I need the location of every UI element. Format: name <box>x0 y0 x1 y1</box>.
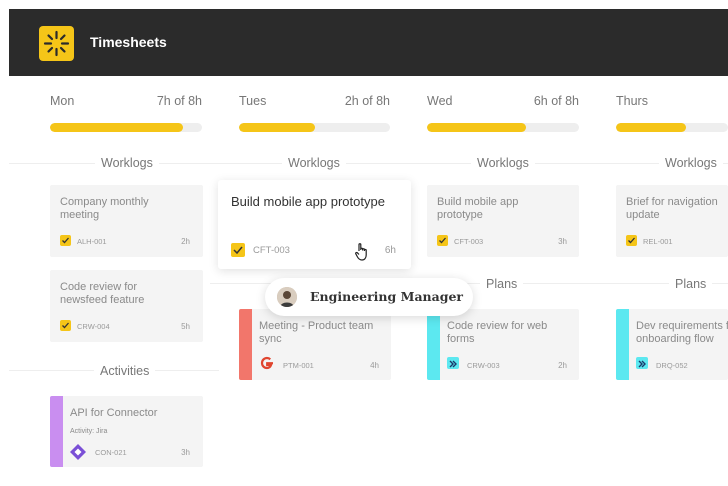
avatar <box>277 287 297 307</box>
section-label-plans: Plans <box>480 277 524 291</box>
hand-cursor-icon <box>354 242 372 267</box>
progress-bar-thurs <box>616 123 728 132</box>
section-label-worklogs: Worklogs <box>282 156 346 170</box>
checkbox-icon[interactable] <box>231 243 245 257</box>
worklog-title: Brief for navigation update <box>626 196 718 221</box>
activity-title: API for Connector <box>70 407 158 419</box>
day-hours-tues: 2h of 8h <box>344 94 390 108</box>
section-label-activities: Activities <box>94 364 156 378</box>
plan-hours: 4h <box>370 361 379 370</box>
worklog-code: REL-001 <box>643 237 673 246</box>
plan-code: PTM-001 <box>283 361 314 370</box>
day-name-tues: Tues <box>239 94 267 108</box>
double-chevron-icon <box>636 357 648 369</box>
day-hours-mon: 7h of 8h <box>156 94 202 108</box>
progress-bar-tues <box>239 123 390 132</box>
worklog-code: CFT-003 <box>454 237 484 246</box>
section-label-worklogs: Worklogs <box>659 156 723 170</box>
progress-fill-thurs <box>616 123 686 132</box>
plan-card[interactable]: Meeting - Product team sync PTM-001 4h <box>239 309 391 380</box>
plan-card[interactable]: Dev requirements for onboarding flow DRQ… <box>616 309 728 380</box>
plan-code: DRQ-052 <box>656 361 688 370</box>
worklog-hours: 5h <box>181 322 190 331</box>
worklog-title: Build mobile app prototype <box>231 194 385 209</box>
role-label: Engineering Manager <box>310 289 464 304</box>
worklog-hours: 6h <box>384 245 396 256</box>
app-title: Timesheets <box>90 34 167 50</box>
plan-card[interactable]: Code review for web forms CRW-003 2h <box>427 309 579 380</box>
progress-fill-wed <box>427 123 526 132</box>
plan-color-stripe <box>239 309 252 380</box>
day-name-mon: Mon <box>50 94 75 108</box>
activity-code: CON-021 <box>95 448 127 457</box>
plan-code: CRW-003 <box>467 361 500 370</box>
double-chevron-icon <box>447 357 459 369</box>
plan-title: Meeting - Product team sync <box>259 320 374 345</box>
progress-fill-tues <box>239 123 315 132</box>
checkbox-icon[interactable] <box>626 235 637 246</box>
worklog-title: Company monthly meeting <box>60 196 149 221</box>
worklog-title: Build mobile app prototype <box>437 196 519 221</box>
plan-hours: 2h <box>558 361 567 370</box>
worklog-card[interactable]: Build mobile app prototype CFT-003 3h <box>427 185 579 257</box>
checkbox-icon[interactable] <box>60 320 71 331</box>
worklog-card-dragging[interactable]: Build mobile app prototype CFT-003 6h <box>218 180 411 269</box>
worklog-card[interactable]: Brief for navigation update REL-001 <box>616 185 728 257</box>
worklog-title: Code review for newsfeed feature <box>60 281 145 306</box>
role-chip[interactable]: Engineering Manager <box>265 278 473 316</box>
activity-color-stripe <box>50 396 63 467</box>
plan-title: Code review for web forms <box>447 320 548 345</box>
plan-color-stripe <box>427 309 440 380</box>
jira-icon <box>70 444 86 465</box>
worklog-card[interactable]: Code review for newsfeed feature CRW-004… <box>50 270 203 342</box>
google-icon <box>259 355 275 376</box>
day-name-thurs: Thurs <box>616 94 648 108</box>
progress-bar-wed <box>427 123 579 132</box>
section-label-worklogs: Worklogs <box>95 156 159 170</box>
day-name-wed: Wed <box>427 94 453 108</box>
checkbox-icon[interactable] <box>437 235 448 246</box>
checkbox-icon[interactable] <box>60 235 71 246</box>
activity-source: Activity: Jira <box>70 428 108 435</box>
worklog-hours: 3h <box>558 237 567 246</box>
progress-fill-mon <box>50 123 183 132</box>
worklog-code: CFT-003 <box>253 245 290 256</box>
progress-bar-mon <box>50 123 202 132</box>
activity-card[interactable]: API for Connector Activity: Jira CON-021… <box>50 396 203 467</box>
worklog-card[interactable]: Company monthly meeting ALH-001 2h <box>50 185 203 257</box>
section-label-worklogs: Worklogs <box>471 156 535 170</box>
day-hours-wed: 6h of 8h <box>533 94 579 108</box>
app-header: Timesheets <box>9 9 728 76</box>
worklog-code: ALH-001 <box>77 237 107 246</box>
sunburst-icon[interactable] <box>39 26 74 61</box>
plan-title: Dev requirements for onboarding flow <box>636 320 728 345</box>
activity-hours: 3h <box>181 448 190 457</box>
section-label-plans: Plans <box>669 277 713 291</box>
worklog-code: CRW-004 <box>77 322 110 331</box>
plan-color-stripe <box>616 309 629 380</box>
worklog-hours: 2h <box>181 237 190 246</box>
